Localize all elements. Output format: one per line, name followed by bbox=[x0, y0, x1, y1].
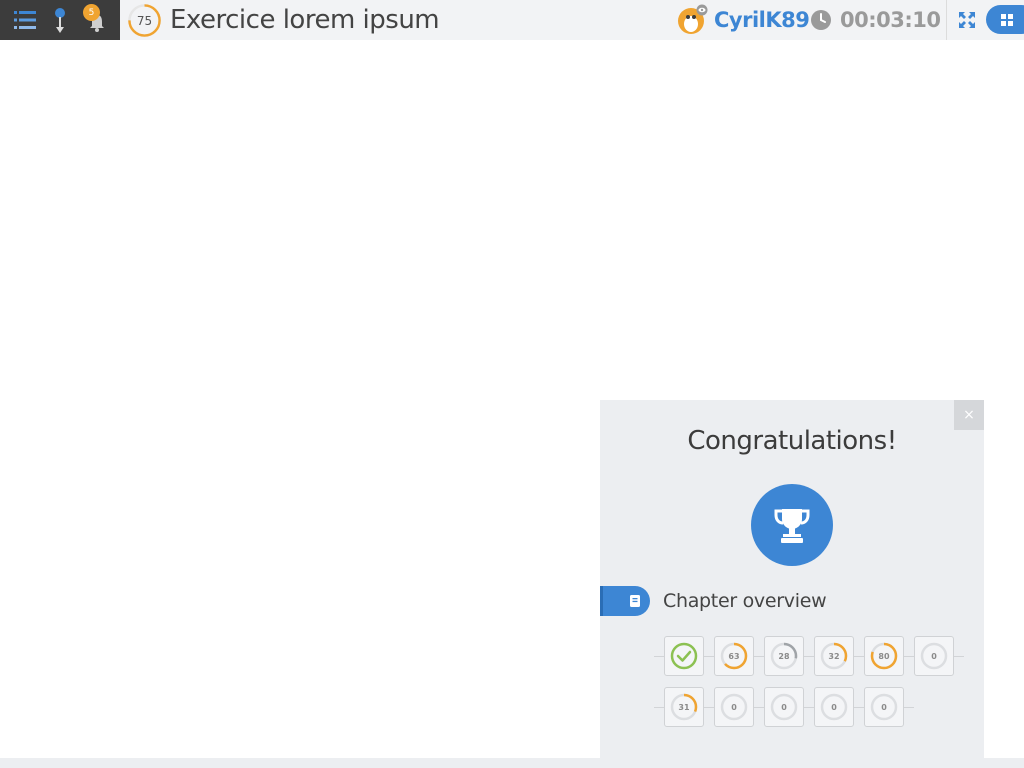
congratulations-heading: Congratulations! bbox=[687, 426, 897, 456]
book-icon bbox=[630, 595, 640, 607]
exercise-score: 0 bbox=[881, 702, 887, 712]
chapter-tab[interactable] bbox=[600, 586, 650, 616]
exercise-score: 80 bbox=[878, 651, 890, 661]
exercise-box[interactable]: 0 bbox=[764, 687, 804, 727]
exercise-score: 0 bbox=[781, 702, 787, 712]
exercise-box[interactable]: 0 bbox=[714, 687, 754, 727]
apps-icon bbox=[1001, 13, 1013, 26]
clock-icon bbox=[811, 10, 831, 30]
apps-button[interactable] bbox=[986, 5, 1024, 34]
check-icon bbox=[670, 642, 698, 670]
exercise-box[interactable]: 80 bbox=[864, 636, 904, 676]
page-title: Exercice lorem ipsum bbox=[170, 5, 440, 35]
congratulations-popup: × Congratulations! Chapter overview 63 28… bbox=[600, 400, 984, 758]
top-bar: 5 75 Exercice lorem ipsum CyrilK89 00:03… bbox=[0, 0, 1024, 40]
exercise-score: 32 bbox=[828, 651, 840, 661]
chapter-title: Chapter overview bbox=[663, 590, 827, 612]
trophy-icon bbox=[751, 484, 833, 566]
exercise-box[interactable]: 0 bbox=[864, 687, 904, 727]
exercise-box[interactable]: 0 bbox=[814, 687, 854, 727]
score-value: 75 bbox=[136, 13, 153, 28]
exercise-box[interactable] bbox=[664, 636, 704, 676]
exercise-score: 28 bbox=[778, 651, 790, 661]
timer: 00:03:10 bbox=[840, 8, 941, 32]
exercise-box[interactable]: 31 bbox=[664, 687, 704, 727]
username[interactable]: CyrilK89 bbox=[714, 4, 810, 36]
expand-icon[interactable] bbox=[955, 8, 979, 32]
exercise-score: 31 bbox=[678, 702, 690, 712]
menu-icon[interactable] bbox=[8, 0, 42, 40]
exercise-box[interactable]: 0 bbox=[914, 636, 954, 676]
notification-badge: 5 bbox=[83, 4, 100, 21]
exercise-box[interactable]: 28 bbox=[764, 636, 804, 676]
bottom-strip bbox=[0, 758, 1024, 768]
exercise-score: 63 bbox=[728, 651, 740, 661]
exercise-score: 0 bbox=[731, 702, 737, 712]
avatar[interactable] bbox=[676, 4, 708, 36]
exercise-score: 0 bbox=[931, 651, 937, 661]
divider bbox=[946, 0, 947, 40]
exercise-score: 0 bbox=[831, 702, 837, 712]
pin-icon[interactable] bbox=[45, 0, 75, 40]
exercise-box[interactable]: 32 bbox=[814, 636, 854, 676]
exercise-box[interactable]: 63 bbox=[714, 636, 754, 676]
